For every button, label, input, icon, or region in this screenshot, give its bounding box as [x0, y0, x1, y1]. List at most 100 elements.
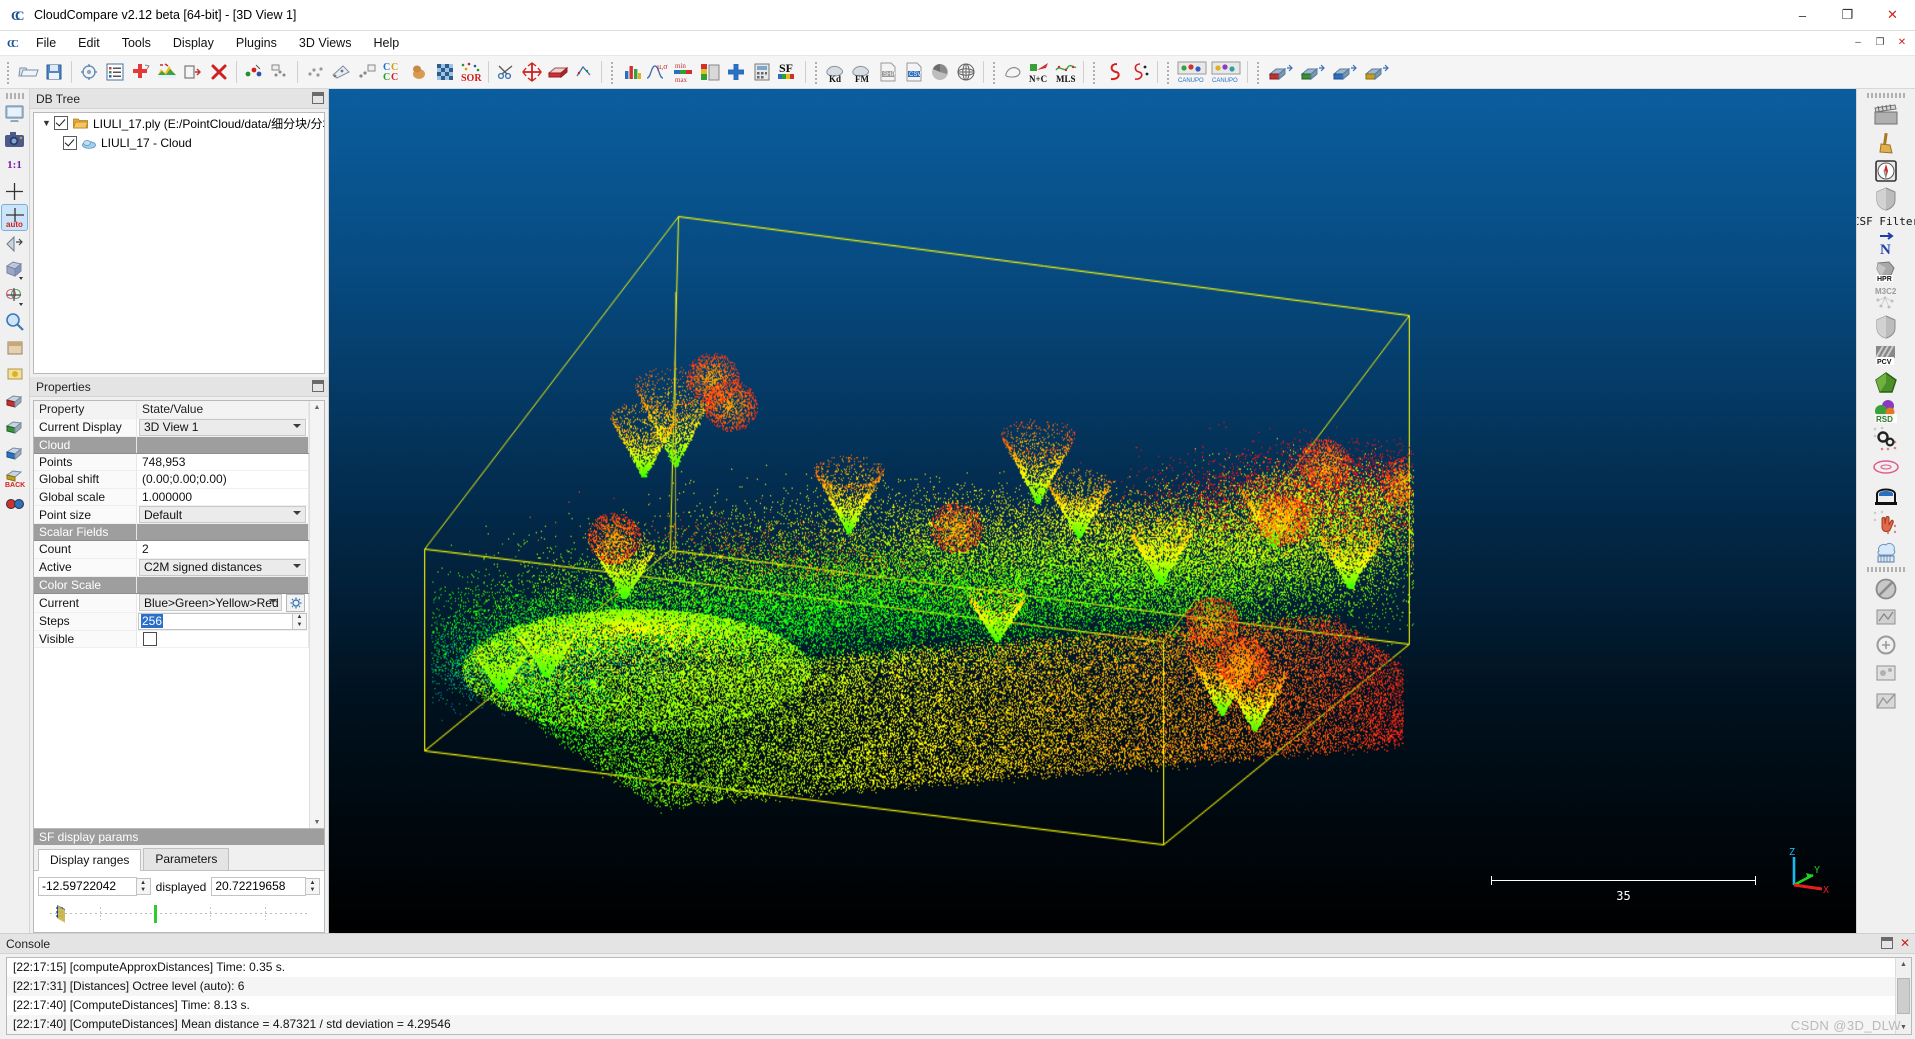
- min-max-sf-button[interactable]: min max: [671, 59, 697, 85]
- torus-plugin-button[interactable]: [1869, 453, 1903, 481]
- scroll-up-icon[interactable]: ▲: [311, 401, 323, 413]
- steps-spin-down-icon[interactable]: ▼: [293, 621, 306, 629]
- menu-file[interactable]: File: [25, 33, 67, 53]
- toolbar-grip-4[interactable]: [991, 60, 998, 84]
- tree-checkbox-root[interactable]: [54, 116, 68, 130]
- range-max-up-icon[interactable]: ▲: [306, 879, 319, 887]
- curve-fit-button[interactable]: [1101, 59, 1127, 85]
- open-file-button[interactable]: [15, 59, 41, 85]
- sf-arithmetic-button[interactable]: [749, 59, 775, 85]
- active-sf-combo[interactable]: C2M signed distances: [139, 558, 306, 575]
- snapshot-button[interactable]: [2, 127, 27, 152]
- db-tree-view[interactable]: ▼ LIULI_17.ply (E:/PointCloud/data/细分块/分…: [33, 112, 325, 374]
- toolbar-grip-2[interactable]: [609, 60, 616, 84]
- set-pivot-center-button[interactable]: [2, 179, 27, 204]
- zoom-one-to-one-button[interactable]: 1:1: [2, 153, 27, 178]
- surface-plugin-button[interactable]: [1869, 481, 1903, 509]
- registration-button[interactable]: [519, 59, 545, 85]
- range-min-down-icon[interactable]: ▼: [137, 887, 150, 895]
- range-max-spinner[interactable]: ▲ ▼: [306, 878, 321, 895]
- tree-item-root[interactable]: ▼ LIULI_17.ply (E:/PointCloud/data/细分块/分…: [34, 113, 324, 133]
- mdi-minimize-button[interactable]: –: [1847, 32, 1869, 52]
- console-close-icon[interactable]: ✕: [1900, 937, 1910, 949]
- tool-extra-4-button[interactable]: [1869, 687, 1903, 715]
- toolbar-grip-5[interactable]: [1091, 60, 1098, 84]
- console-scroll-up-icon[interactable]: ▲: [1897, 958, 1910, 971]
- db-tree-float-icon[interactable]: [312, 92, 324, 104]
- scissors-button[interactable]: [493, 59, 519, 85]
- property-value-steps[interactable]: 256 ▲ ▼: [136, 612, 309, 631]
- range-min-spinner[interactable]: ▲ ▼: [136, 878, 151, 895]
- display-list-button[interactable]: [102, 59, 128, 85]
- save-file-button[interactable]: [41, 59, 67, 85]
- zoom-tool-button[interactable]: [2, 309, 27, 334]
- hand-picking-plugin-button[interactable]: [1869, 509, 1903, 537]
- tool-extra-3-button[interactable]: [1869, 659, 1903, 687]
- maximize-button[interactable]: ❐: [1825, 0, 1870, 30]
- save-shp-button[interactable]: SHP: [875, 59, 901, 85]
- range-slider-left-handle[interactable]: [56, 904, 65, 923]
- animation-plugin-button[interactable]: [1869, 101, 1903, 129]
- view-back-rail-button[interactable]: BACK: [2, 465, 27, 490]
- tree-checkbox-cloud[interactable]: [63, 136, 77, 150]
- auto-pivot-button[interactable]: auto: [1, 204, 28, 231]
- tree-item-cloud[interactable]: LIULI_17 - Cloud: [34, 133, 324, 153]
- scroll-down-icon[interactable]: ▼: [311, 816, 323, 828]
- console-scroll-thumb[interactable]: [1897, 978, 1910, 1014]
- menu-tools[interactable]: Tools: [111, 33, 162, 53]
- left-rail-grip[interactable]: [5, 93, 24, 99]
- steps-spinner[interactable]: ▲ ▼: [293, 612, 307, 629]
- mls-smoothing-button[interactable]: MLS: [1053, 59, 1079, 85]
- global-shift-settings-button[interactable]: [76, 59, 102, 85]
- menu-display[interactable]: Display: [162, 33, 225, 53]
- steps-spin-up-icon[interactable]: ▲: [293, 614, 306, 622]
- menu-edit[interactable]: Edit: [67, 33, 111, 53]
- default-views-button[interactable]: [2, 257, 27, 282]
- current-display-combo[interactable]: 3D View 1: [139, 418, 306, 435]
- normals-plus-curvature-button[interactable]: N+C: [1027, 59, 1053, 85]
- view-front-button[interactable]: [1265, 59, 1297, 85]
- expander-icon[interactable]: ▼: [40, 117, 53, 130]
- convert-to-sf-button[interactable]: SF: [775, 59, 801, 85]
- property-value-active-sf[interactable]: C2M signed distances: [136, 558, 309, 577]
- csf-filter-plugin-button[interactable]: CSF Filter: [1857, 213, 1915, 229]
- toggle-orthographic-button[interactable]: [2, 231, 27, 256]
- full-screen-view-button[interactable]: [2, 101, 27, 126]
- view-bottom-button[interactable]: [2, 413, 27, 438]
- range-min-value[interactable]: -12.59722042: [38, 877, 137, 896]
- toolbar-grip-7[interactable]: [1255, 60, 1262, 84]
- tool-extra-2-button[interactable]: [1869, 631, 1903, 659]
- compass-plugin-button[interactable]: [1869, 157, 1903, 185]
- right-rail-grip-2[interactable]: [1867, 567, 1905, 572]
- pcv-plugin-button[interactable]: PCV: [1869, 341, 1903, 369]
- section-button[interactable]: [354, 59, 380, 85]
- sf-add-constant-button[interactable]: [723, 59, 749, 85]
- merge-button[interactable]: [180, 59, 206, 85]
- color-scale-combo[interactable]: Blue>Green>Yellow>Red: [139, 594, 282, 611]
- toolbar-grip-6[interactable]: [1165, 60, 1172, 84]
- mdi-close-button[interactable]: ✕: [1891, 32, 1913, 52]
- segment-button[interactable]: [302, 59, 328, 85]
- fit-plane-button[interactable]: [571, 59, 597, 85]
- gaussian-filter-button[interactable]: μ,σ: [645, 59, 671, 85]
- cloud-to-cloud-dist-button[interactable]: C C C C: [380, 59, 406, 85]
- cloud-to-mesh-dist-button[interactable]: [406, 59, 432, 85]
- close-button[interactable]: ✕: [1870, 0, 1915, 30]
- menu-plugins[interactable]: Plugins: [225, 33, 288, 53]
- tab-display-ranges[interactable]: Display ranges: [38, 849, 142, 871]
- curve-points-button[interactable]: [1127, 59, 1153, 85]
- facets-normal-plugin-button[interactable]: N: [1869, 229, 1903, 257]
- sor-filter-button[interactable]: SOR: [458, 59, 484, 85]
- m3c2-plugin-button[interactable]: M3C2: [1869, 285, 1903, 313]
- translate-rotate-button[interactable]: [328, 59, 354, 85]
- pie-stats-button[interactable]: [927, 59, 953, 85]
- 3d-render-canvas[interactable]: [329, 89, 1856, 933]
- property-value-color-scale-current[interactable]: Blue>Green>Yellow>Red: [136, 593, 309, 613]
- histogram-button[interactable]: [619, 59, 645, 85]
- view-front-rail-button[interactable]: [2, 439, 27, 464]
- range-max-field[interactable]: 20.72219658 ▲ ▼: [211, 877, 321, 896]
- range-max-down-icon[interactable]: ▼: [306, 887, 319, 895]
- poisson-recon-plugin-button[interactable]: [1869, 369, 1903, 397]
- tool-extra-1-button[interactable]: [1869, 603, 1903, 631]
- view-left-button[interactable]: [1329, 59, 1361, 85]
